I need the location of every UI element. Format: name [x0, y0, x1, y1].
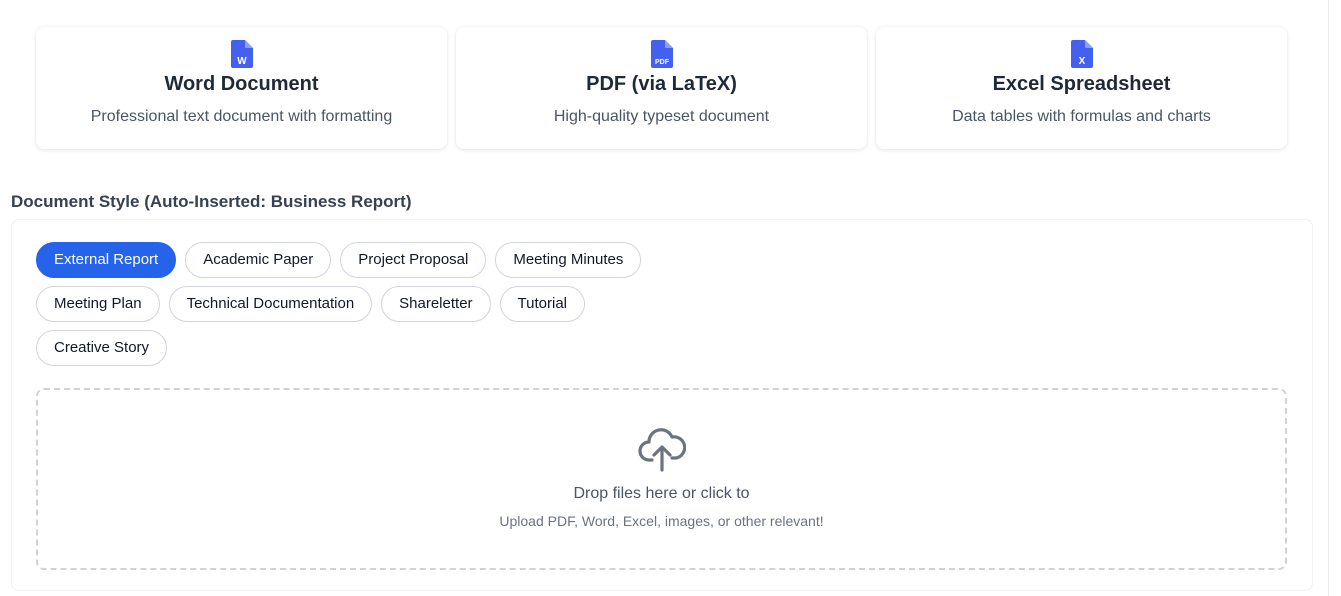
cloud-upload-icon [637, 428, 686, 472]
document-style-label: Document Style (Auto-Inserted: Business … [11, 192, 412, 211]
style-chip-project-proposal[interactable]: Project Proposal [340, 242, 487, 278]
pdf-file-icon: PDF [650, 40, 673, 68]
style-options-row: Creative Story [36, 330, 736, 366]
format-card-pdf[interactable]: PDF PDF (via LaTeX) High-quality typeset… [456, 27, 867, 149]
excel-icon-letter: X [1078, 56, 1085, 67]
format-card-word[interactable]: W Word Document Professional text docume… [36, 27, 447, 149]
format-card-title: Word Document [164, 73, 319, 95]
style-chip-technical-documentation[interactable]: Technical Documentation [168, 286, 373, 322]
style-chip-academic-paper[interactable]: Academic Paper [185, 242, 332, 278]
style-chip-external-report[interactable]: External Report [36, 242, 177, 278]
style-chip-meeting-minutes[interactable]: Meeting Minutes [495, 242, 642, 278]
style-chip-meeting-plan[interactable]: Meeting Plan [36, 286, 160, 322]
excel-file-icon: X [1070, 40, 1093, 68]
word-icon-letter: W [237, 56, 247, 67]
document-creator-page: W Word Document Professional text docume… [0, 0, 1341, 596]
format-card-title: PDF (via LaTeX) [586, 73, 737, 95]
style-options-row: External Report Academic Paper Project P… [36, 242, 736, 278]
style-chip-shareletter[interactable]: Shareletter [381, 286, 491, 322]
dropzone-subtitle: Upload PDF, Word, Excel, images, or othe… [499, 513, 824, 529]
format-card-description: Data tables with formulas and charts [952, 108, 1211, 125]
format-card-title: Excel Spreadsheet [992, 73, 1171, 95]
style-options-row: Meeting Plan Technical Documentation Sha… [36, 286, 736, 322]
format-card-description: High-quality typeset document [553, 108, 770, 125]
format-cards: W Word Document Professional text docume… [36, 27, 1287, 149]
dropzone-title: Drop files here or click to [573, 485, 750, 502]
scrollbar[interactable] [1328, 0, 1341, 596]
format-card-description: Professional text document with formatti… [90, 108, 393, 125]
format-card-excel[interactable]: X Excel Spreadsheet Data tables with for… [876, 27, 1287, 149]
style-chip-tutorial[interactable]: Tutorial [499, 286, 585, 322]
file-dropzone[interactable]: Drop files here or click to Upload PDF, … [36, 388, 1287, 570]
word-file-icon: W [230, 40, 253, 68]
pdf-icon-letter: PDF [655, 59, 670, 66]
document-style-options: External Report Academic Paper Project P… [36, 242, 736, 374]
style-chip-creative-story[interactable]: Creative Story [36, 330, 168, 366]
